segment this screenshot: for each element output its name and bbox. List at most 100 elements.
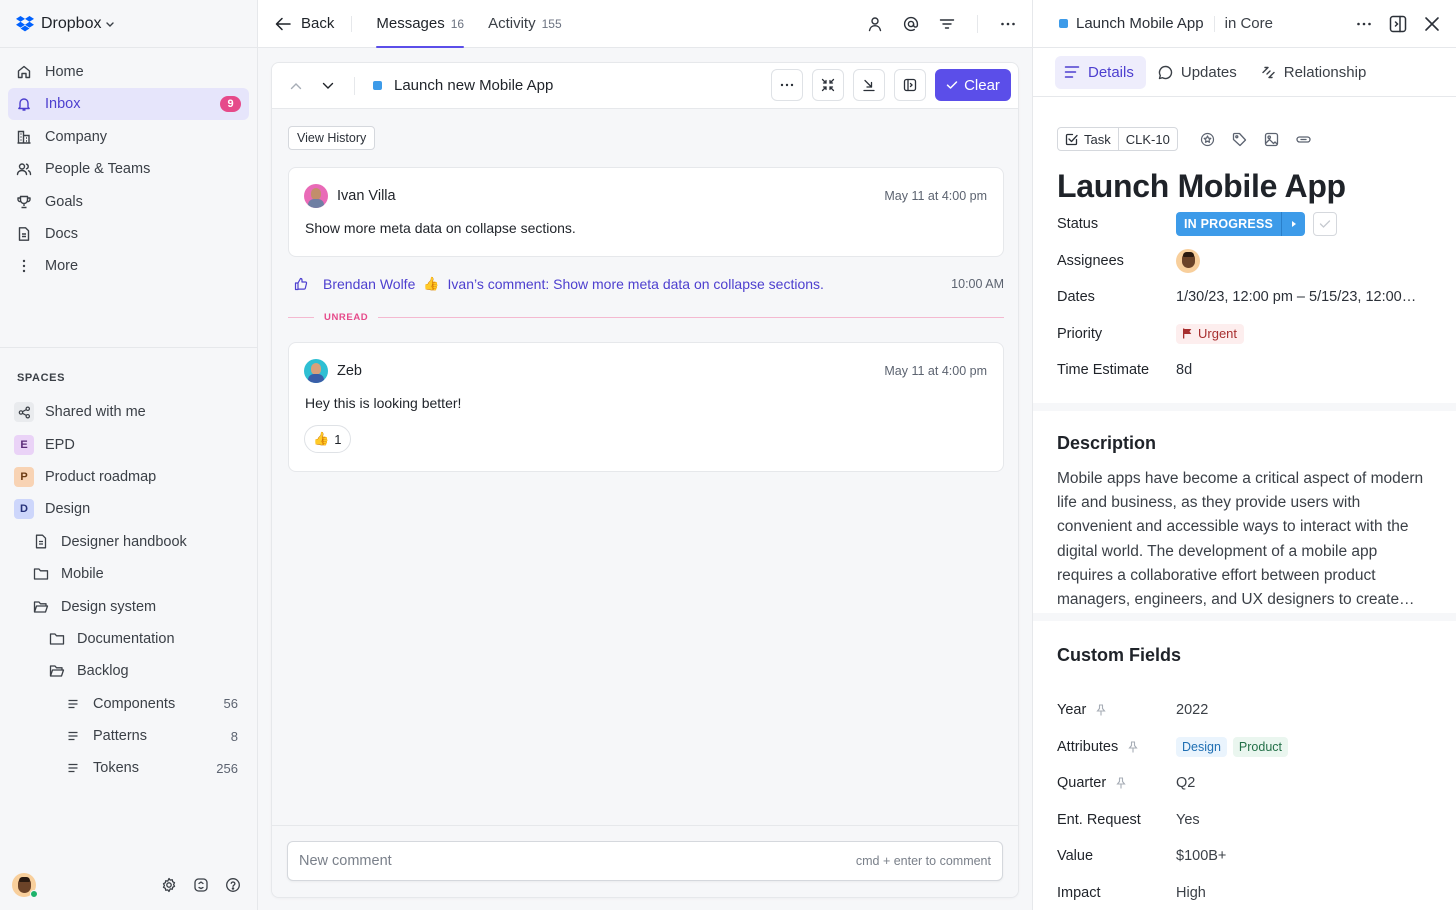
comment-box[interactable]: cmd + enter to comment [287,841,1003,881]
next-button[interactable] [320,78,336,94]
conversation-title[interactable]: Launch new Mobile App [394,77,553,94]
space-epd[interactable]: E EPD [0,428,257,460]
message-author[interactable]: Ivan Villa [337,188,396,204]
back-button[interactable]: Back [275,15,334,32]
close-icon[interactable] [1422,14,1442,34]
avatar[interactable] [304,358,328,383]
pin-icon[interactable] [1096,704,1106,716]
share-icon [14,402,34,423]
assignee-avatar[interactable] [1176,248,1200,273]
chevron-up-icon [290,82,302,89]
time-estimate-value[interactable]: 8d [1176,362,1192,378]
nav-item-goals[interactable]: Goals [8,186,249,218]
comment-hint: cmd + enter to comment [855,854,991,868]
pin-icon[interactable] [1116,777,1126,789]
message-time: May 11 at 4:00 pm [884,188,987,203]
mention-icon[interactable] [901,14,921,34]
field-label: Attributes [1057,738,1119,755]
move-down-button[interactable] [853,69,885,101]
task-type-button[interactable]: Task [1058,128,1118,150]
more-horizontal-icon[interactable] [998,14,1018,34]
badge-star-icon[interactable] [1200,132,1215,147]
nav-item-docs[interactable]: Docs [8,218,249,250]
prop-time-estimate: Time Estimate 8d [1057,352,1432,389]
help-icon[interactable] [225,877,241,893]
field-value[interactable]: High [1176,885,1206,901]
conversation-header: Launch new Mobile App Clear [272,63,1018,109]
space-documentation[interactable]: Documentation [0,623,257,655]
view-history-button[interactable]: View History [288,126,376,150]
nav-item-inbox[interactable]: Inbox 9 [8,88,249,121]
comment-input[interactable] [299,853,856,869]
collapse-button[interactable] [812,69,844,101]
prop-label: Assignees [1057,252,1124,269]
custom-field-quarter: Quarter Q2 [1057,765,1432,802]
avatar-face [1181,252,1195,269]
divider [977,15,978,33]
attribute-tag-product[interactable]: Product [1232,736,1289,757]
dates-value[interactable]: 1/30/23, 12:00 pm – 5/15/23, 12:00… [1176,289,1416,305]
breadcrumb-task[interactable]: Launch Mobile App [1076,15,1204,32]
clear-button[interactable]: Clear [935,69,1011,101]
filter-icon[interactable] [937,14,957,34]
nav-label: Docs [45,225,79,242]
split-panel-icon[interactable] [1388,14,1408,34]
space-backlog[interactable]: Backlog [0,655,257,687]
reaction-button[interactable]: 👍 1 [304,425,352,453]
nav-item-company[interactable]: Company [8,121,249,153]
nav-label: Goals [45,193,83,210]
tab-activity[interactable]: Activity 155 [488,0,562,48]
field-value[interactable]: $100B+ [1176,848,1226,864]
field-value[interactable]: Yes [1176,812,1200,828]
divider [354,76,355,95]
nav-item-home[interactable]: Home [8,56,249,88]
space-product-roadmap[interactable]: P Product roadmap [0,461,257,493]
space-mobile[interactable]: Mobile [0,558,257,590]
gear-icon[interactable] [161,877,177,893]
breadcrumb-location[interactable]: in Core [1225,15,1273,32]
previous-button[interactable] [288,78,304,94]
more-horizontal-icon[interactable] [1354,14,1374,34]
status-dropdown[interactable]: IN PROGRESS [1176,212,1306,237]
workspace-switcher[interactable]: Dropbox [0,0,257,48]
space-label: EPD [45,436,75,453]
space-shared-with-me[interactable]: Shared with me [0,396,257,428]
tag-icon[interactable] [1232,132,1247,147]
tab-relationship[interactable]: Relationship [1252,56,1379,89]
space-design-system[interactable]: Design system [0,590,257,622]
list-components[interactable]: Components 56 [0,688,257,720]
task-id[interactable]: CLK-10 [1117,128,1177,150]
field-value[interactable]: Q2 [1176,775,1195,791]
activity-item[interactable]: Brendan Wolfe 👍 Ivan’s comment: Show mor… [288,273,1004,295]
description-text[interactable]: Mobile apps have become a critical aspec… [1057,467,1437,612]
avatar[interactable] [304,183,328,208]
task-title[interactable]: Launch Mobile App [1057,166,1432,206]
field-label: Impact [1057,884,1101,901]
attribute-tag-design[interactable]: Design [1176,736,1227,757]
user-avatar[interactable] [12,873,38,898]
more-options-button[interactable] [771,69,803,101]
person-icon[interactable] [865,14,885,34]
list-tokens[interactable]: Tokens 256 [0,752,257,784]
link-icon[interactable] [1296,132,1311,147]
pin-icon[interactable] [1128,741,1138,753]
priority-chip[interactable]: Urgent [1176,323,1245,344]
list-patterns[interactable]: Patterns 8 [0,720,257,752]
space-design[interactable]: D Design [0,493,257,525]
nav-item-more[interactable]: More [8,250,249,282]
field-value[interactable]: 2022 [1176,702,1208,718]
face-icon[interactable] [193,877,209,893]
tab-details[interactable]: Details [1055,55,1146,89]
image-icon[interactable] [1264,132,1279,147]
message-author[interactable]: Zeb [337,363,362,379]
space-label: Design [45,501,91,518]
nav-item-people-teams[interactable]: People & Teams [8,153,249,185]
tab-updates[interactable]: Updates [1149,56,1249,89]
mark-complete-button[interactable] [1313,212,1338,237]
nav-label: Company [45,128,108,145]
tab-messages[interactable]: Messages 16 [376,0,464,48]
task-detail-panel: Launch Mobile App in Core Details Update… [1032,0,1456,910]
space-designer-handbook[interactable]: Designer handbook [0,526,257,558]
field-label: Value [1057,848,1094,865]
toggle-panel-button[interactable] [894,69,926,101]
